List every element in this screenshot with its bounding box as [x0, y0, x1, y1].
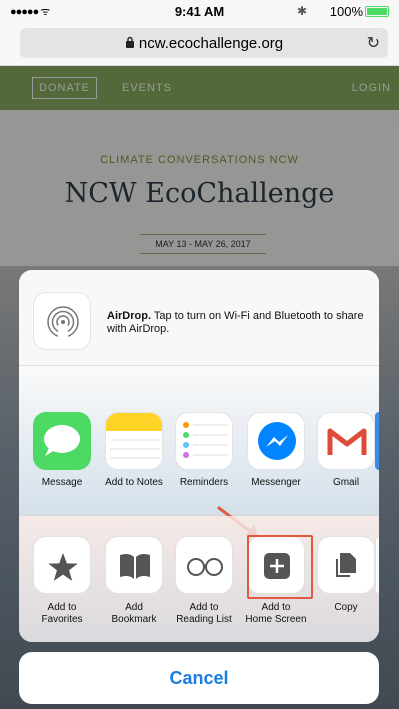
url-text: ncw.ecochallenge.org: [138, 35, 284, 52]
app-row: Message Add to Notes Reminders Messenger…: [19, 366, 379, 516]
action-label-reading-2: Reading List: [176, 614, 232, 625]
action-add-favorites[interactable]: Add to Favorites: [27, 536, 97, 626]
action-row: Add to Favorites Add Bookmark Add to Rea…: [19, 516, 379, 642]
app-label-message: Message: [41, 477, 83, 488]
share-app-messenger[interactable]: Messenger: [241, 412, 311, 489]
messenger-icon: [247, 412, 305, 470]
action-label-bookmark-2: Bookmark: [111, 614, 157, 625]
app-label-gmail: Gmail: [332, 477, 360, 488]
more-apps-edge[interactable]: [375, 412, 379, 470]
highlight-box: [247, 535, 313, 599]
app-label-notes: Add to Notes: [105, 477, 163, 488]
share-sheet: AirDrop. Tap to turn on Wi-Fi and Blueto…: [19, 270, 379, 642]
more-actions-edge[interactable]: [375, 536, 379, 594]
action-label-bookmark-1: Add: [125, 602, 143, 613]
action-label-copy: Copy: [334, 602, 358, 613]
status-bar: ●●●●● ᯤ 9:41 AM ✱ 100%: [0, 0, 399, 22]
action-copy[interactable]: Copy: [311, 536, 379, 614]
bluetooth-icon: ✱: [296, 4, 307, 18]
reminders-icon: [175, 412, 233, 470]
action-label-reading-1: Add to: [189, 602, 219, 613]
gmail-icon: [317, 412, 375, 470]
airdrop-title: AirDrop.: [107, 310, 151, 322]
browser-toolbar: ncw.ecochallenge.org ↻: [0, 22, 399, 66]
cancel-label: Cancel: [169, 668, 229, 688]
action-label-home-1: Add to: [261, 602, 291, 613]
action-add-bookmark[interactable]: Add Bookmark: [99, 536, 169, 626]
app-label-messenger: Messenger: [251, 477, 301, 488]
messages-icon: [33, 412, 91, 470]
book-icon: [105, 536, 163, 594]
share-app-reminders[interactable]: Reminders: [169, 412, 239, 489]
cancel-button[interactable]: Cancel: [19, 652, 379, 704]
share-app-notes[interactable]: Add to Notes: [99, 412, 169, 489]
airdrop-text: AirDrop. Tap to turn on Wi-Fi and Blueto…: [107, 310, 373, 336]
glasses-icon: [175, 536, 233, 594]
battery-icon: [365, 6, 389, 17]
share-app-message[interactable]: Message: [27, 412, 97, 489]
battery-percent: 100%: [329, 4, 363, 19]
action-label-home-2: Home Screen: [245, 614, 307, 625]
lock-icon: [125, 36, 135, 51]
action-label-favorites-1: Add to: [47, 602, 77, 613]
address-bar[interactable]: ncw.ecochallenge.org ↻: [20, 28, 388, 58]
app-label-reminders: Reminders: [179, 477, 229, 488]
airdrop-icon[interactable]: [33, 292, 91, 350]
copy-icon: [317, 536, 375, 594]
share-app-gmail[interactable]: Gmail: [311, 412, 379, 489]
notes-icon: [105, 412, 163, 470]
reload-icon[interactable]: ↻: [367, 33, 380, 53]
star-icon: [33, 536, 91, 594]
action-label-favorites-2: Favorites: [41, 614, 83, 625]
action-add-reading-list[interactable]: Add to Reading List: [169, 536, 239, 626]
airdrop-section[interactable]: AirDrop. Tap to turn on Wi-Fi and Blueto…: [19, 270, 379, 366]
